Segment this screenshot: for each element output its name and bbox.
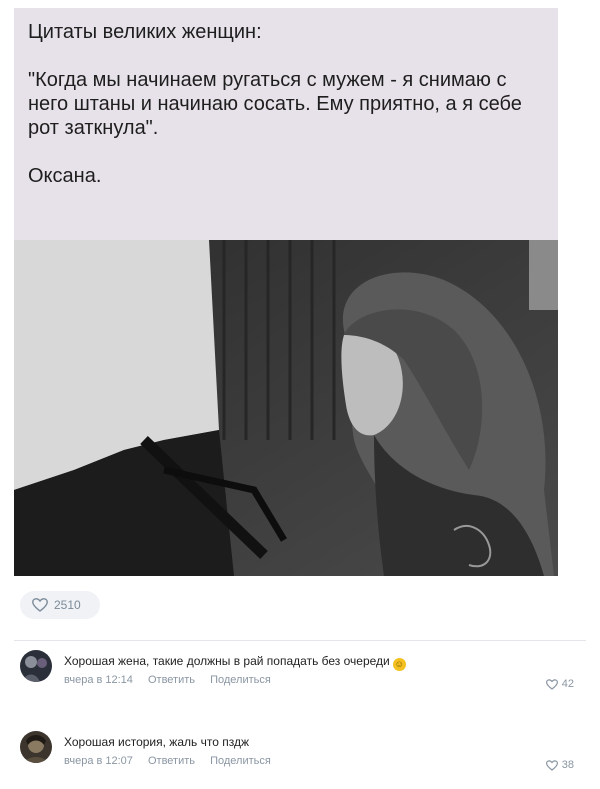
quote-title: Цитаты великих женщин: [28, 21, 262, 43]
quote-text: "Когда мы начинаем ругаться с мужем - я … [28, 69, 522, 139]
post-image[interactable]: Цитаты великих женщин: "Когда мы начинае… [14, 8, 558, 576]
comment-time: вчера в 12:07 [64, 755, 133, 767]
share-link[interactable]: Поделиться [210, 755, 271, 767]
like-button[interactable]: 2510 [20, 591, 100, 619]
avatar[interactable] [20, 650, 52, 682]
comment-like-button[interactable]: 38 [545, 759, 574, 771]
avatar[interactable] [20, 731, 52, 763]
like-count: 2510 [54, 598, 81, 612]
heart-icon [545, 759, 558, 771]
comment-like-count: 38 [561, 759, 574, 771]
reply-link[interactable]: Ответить [148, 674, 195, 686]
quote-block: Цитаты великих женщин: "Когда мы начинае… [14, 8, 558, 240]
post-photo [14, 240, 558, 576]
comment-meta: вчера в 12:07 Ответить Поделиться [64, 755, 283, 767]
heart-icon [545, 678, 558, 690]
quote-author: Оксана. [28, 165, 102, 187]
comment-text: Хорошая жена, такие должны в рай попадат… [64, 654, 406, 671]
comment-meta: вчера в 12:14 Ответить Поделиться [64, 674, 283, 686]
share-link[interactable]: Поделиться [210, 674, 271, 686]
heart-icon [32, 598, 48, 612]
reply-link[interactable]: Ответить [148, 755, 195, 767]
comment-like-button[interactable]: 42 [545, 678, 574, 690]
comment-like-count: 42 [561, 678, 574, 690]
comment-time: вчера в 12:14 [64, 674, 133, 686]
grinning-face-emoji-icon: ☺ [392, 658, 406, 671]
divider [14, 640, 586, 641]
comment-text: Хорошая история, жаль что пздж [64, 735, 249, 749]
